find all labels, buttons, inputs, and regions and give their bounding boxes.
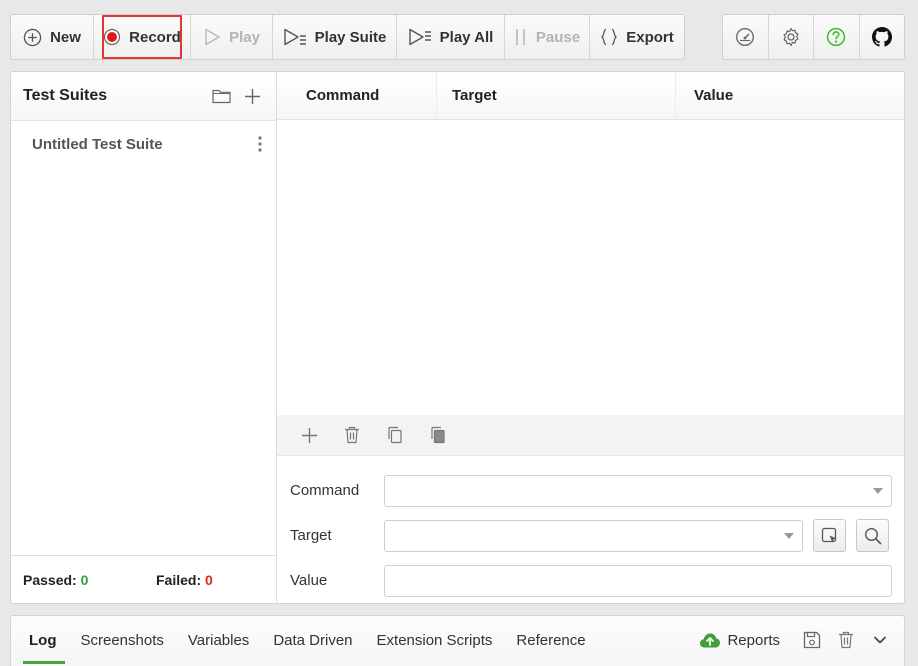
kebab-menu-icon xyxy=(258,136,262,152)
record-label: Record xyxy=(129,28,181,46)
tab-variables[interactable]: Variables xyxy=(176,616,261,664)
suite-menu-button[interactable] xyxy=(254,134,266,154)
delete-command-button[interactable] xyxy=(338,421,366,449)
column-header-target: Target xyxy=(437,72,676,119)
suite-name: Untitled Test Suite xyxy=(32,135,163,153)
failed-summary: Failed: 0 xyxy=(156,572,213,588)
select-target-icon xyxy=(821,527,836,542)
passed-label: Passed: xyxy=(23,571,77,588)
speed-button[interactable] xyxy=(723,15,769,59)
trash-icon xyxy=(345,426,359,444)
plus-icon xyxy=(301,427,317,443)
open-folder-button[interactable] xyxy=(209,84,233,108)
record-icon xyxy=(103,28,121,46)
value-row: Value xyxy=(277,558,904,603)
save-icon xyxy=(803,631,821,649)
reports-button[interactable]: Reports xyxy=(699,632,780,649)
add-suite-button[interactable] xyxy=(240,84,264,108)
target-label: Target xyxy=(290,527,332,544)
github-icon xyxy=(871,27,892,47)
plus-icon xyxy=(244,88,260,104)
target-row: Target xyxy=(277,513,904,558)
command-table-body[interactable] xyxy=(277,120,904,415)
plus-circle-icon xyxy=(23,28,42,47)
search-icon xyxy=(864,527,881,544)
play-label: Play xyxy=(229,28,260,46)
find-element-button[interactable] xyxy=(856,519,889,552)
chevron-down-icon xyxy=(874,636,886,644)
play-button[interactable]: Play xyxy=(191,15,273,59)
paste-command-button[interactable] xyxy=(424,421,452,449)
bottom-panel: Log Screenshots Variables Data Driven Ex… xyxy=(10,615,905,666)
folder-icon xyxy=(211,89,231,104)
test-suites-title: Test Suites xyxy=(23,87,108,104)
speedometer-icon xyxy=(735,27,755,47)
help-circle-icon xyxy=(826,27,846,47)
test-suites-panel: Test Suites Untitled Test Suite Passed: … xyxy=(11,72,277,603)
trash-icon xyxy=(839,631,853,649)
value-input[interactable] xyxy=(384,564,892,597)
tab-extension-scripts[interactable]: Extension Scripts xyxy=(365,616,505,664)
dropdown-caret-icon xyxy=(784,532,794,539)
utility-toolbar xyxy=(722,14,905,60)
tab-log[interactable]: Log xyxy=(17,616,69,664)
test-suites-header: Test Suites xyxy=(11,72,276,121)
main-toolbar: New Record Play Play Suite Play All Paus… xyxy=(10,14,685,60)
command-table-header: Command Target Value xyxy=(277,72,904,120)
copy-command-button[interactable] xyxy=(381,421,409,449)
cloud-upload-icon xyxy=(700,633,721,648)
export-button[interactable]: Export xyxy=(590,15,684,59)
pause-icon xyxy=(514,28,528,46)
clear-log-button[interactable] xyxy=(834,628,858,652)
paste-icon xyxy=(431,426,445,444)
dropdown-caret-icon xyxy=(873,487,883,494)
play-suite-label: Play Suite xyxy=(314,28,387,46)
suite-item[interactable]: Untitled Test Suite xyxy=(11,121,276,167)
pause-label: Pause xyxy=(535,28,581,46)
target-select[interactable] xyxy=(384,519,803,552)
passed-count: 0 xyxy=(80,571,89,588)
new-label: New xyxy=(50,28,81,46)
command-label: Command xyxy=(290,482,360,499)
play-suite-button[interactable]: Play Suite xyxy=(273,15,397,59)
copy-icon xyxy=(388,426,402,444)
column-header-command: Command xyxy=(277,72,437,119)
new-button[interactable]: New xyxy=(11,15,94,59)
play-all-icon xyxy=(408,28,432,46)
curly-braces-icon xyxy=(600,28,618,46)
github-button[interactable] xyxy=(860,15,905,59)
play-all-label: Play All xyxy=(439,28,494,46)
export-label: Export xyxy=(626,28,674,46)
passed-summary: Passed: 0 xyxy=(23,572,156,588)
reports-label: Reports xyxy=(727,631,780,649)
collapse-panel-button[interactable] xyxy=(868,628,892,652)
command-row: Command xyxy=(277,468,904,513)
tab-screenshots[interactable]: Screenshots xyxy=(69,616,176,664)
select-element-button[interactable] xyxy=(813,519,846,552)
play-all-button[interactable]: Play All xyxy=(397,15,505,59)
play-icon xyxy=(203,28,221,46)
failed-label: Failed: xyxy=(156,571,202,588)
failed-count: 0 xyxy=(205,571,213,588)
log-actions: Reports xyxy=(699,616,892,664)
play-suite-icon xyxy=(283,28,307,46)
main-panel: Test Suites Untitled Test Suite Passed: … xyxy=(10,71,905,604)
pause-button[interactable]: Pause xyxy=(505,15,590,59)
settings-button[interactable] xyxy=(769,15,814,59)
command-select[interactable] xyxy=(384,474,892,507)
tab-reference[interactable]: Reference xyxy=(504,616,597,664)
tab-data-driven[interactable]: Data Driven xyxy=(261,616,364,664)
save-log-button[interactable] xyxy=(800,628,824,652)
record-button[interactable]: Record xyxy=(94,15,191,59)
command-editor: Command Target Value Command Target Valu… xyxy=(277,72,904,603)
command-form: Command Target Value xyxy=(277,456,904,603)
help-button[interactable] xyxy=(814,15,860,59)
value-label: Value xyxy=(290,572,328,589)
command-actions-bar xyxy=(277,415,904,456)
add-command-button[interactable] xyxy=(295,421,323,449)
column-header-value: Value xyxy=(694,87,734,104)
test-results-footer: Passed: 0 Failed: 0 xyxy=(11,555,276,603)
gear-icon xyxy=(781,27,801,47)
